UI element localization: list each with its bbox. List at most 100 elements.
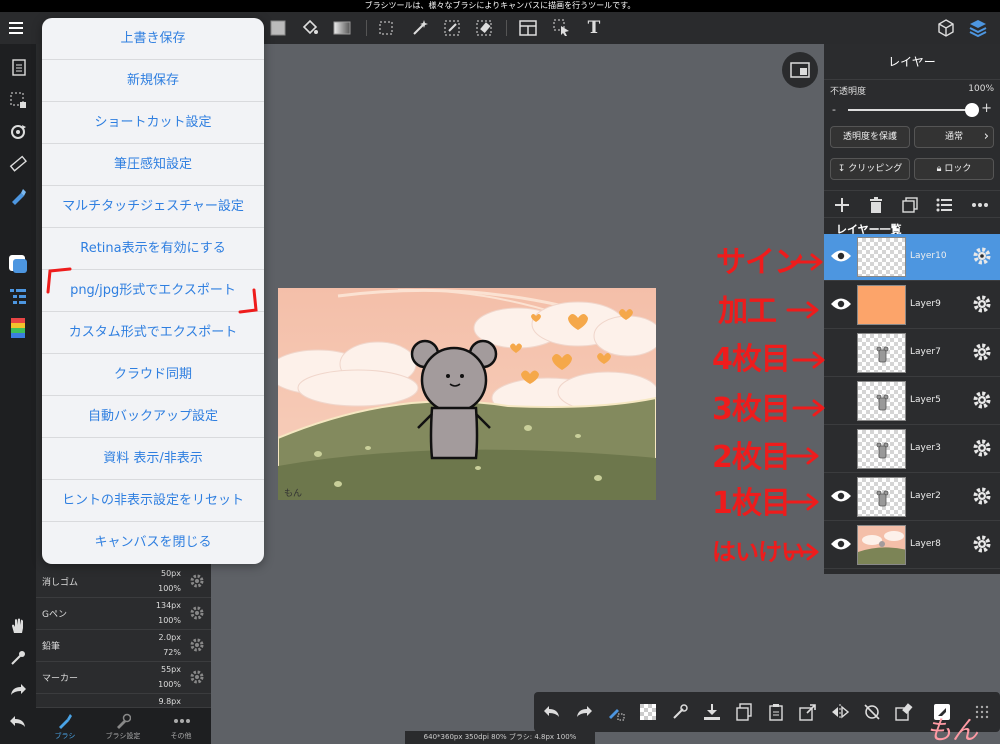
clipping-button[interactable]: ↧ クリッピング — [830, 158, 910, 180]
blend-mode-button[interactable]: 通常 › — [914, 126, 994, 148]
gear-icon[interactable] — [972, 294, 992, 317]
tab-other[interactable]: その他 — [152, 708, 210, 744]
paste-icon[interactable] — [764, 700, 788, 724]
layer-row[interactable]: Layer7 — [824, 330, 1000, 377]
selection-icon[interactable] — [6, 88, 30, 112]
hand-icon[interactable] — [6, 614, 30, 638]
brush-row[interactable]: Gペン 134px 100% — [36, 598, 211, 630]
tab-brush-settings[interactable]: ブラシ設定 — [94, 708, 152, 744]
eye-icon[interactable] — [830, 488, 852, 507]
color-palette-icon[interactable] — [6, 252, 30, 276]
layer-list-view-icon[interactable] — [934, 195, 954, 215]
menu-item-close-canvas[interactable]: キャンバスを閉じる — [42, 522, 264, 564]
lock-button[interactable]: 🔒︎ ロック — [914, 158, 994, 180]
undo-icon[interactable] — [540, 700, 564, 724]
rect-select-icon[interactable] — [374, 16, 398, 40]
menu-item-shortcut-settings[interactable]: ショートカット設定 — [42, 102, 264, 144]
export-icon[interactable] — [796, 700, 820, 724]
menu-item-retina[interactable]: Retina表示を有効にする — [42, 228, 264, 270]
menu-item-reference-toggle[interactable]: 資料 表示/非表示 — [42, 438, 264, 480]
brush-row[interactable]: マーカー 55px 100% — [36, 662, 211, 694]
reference-window-button[interactable] — [782, 52, 818, 88]
gear-icon[interactable] — [189, 637, 205, 656]
eye-hidden-icon[interactable] — [830, 344, 852, 360]
gear-icon[interactable] — [972, 342, 992, 365]
undo-icon[interactable] — [6, 710, 30, 734]
eye-icon[interactable] — [830, 248, 852, 267]
select-pen-icon[interactable] — [440, 16, 464, 40]
layer-row[interactable]: Layer3 — [824, 426, 1000, 473]
menu-item-export-custom[interactable]: カスタム形式でエクスポート — [42, 312, 264, 354]
opacity-increase-button[interactable]: + — [981, 101, 992, 116]
menu-item-cloud-sync[interactable]: クラウド同期 — [42, 354, 264, 396]
eye-hidden-icon[interactable] — [830, 392, 852, 408]
layer-row[interactable]: Layer9 — [824, 282, 1000, 329]
layer-row[interactable]: Layer10 — [824, 234, 1000, 281]
add-layer-icon[interactable] — [832, 195, 852, 215]
frame-divider-icon[interactable] — [516, 16, 540, 40]
eyedropper-icon[interactable] — [668, 700, 692, 724]
redo-icon[interactable] — [572, 700, 596, 724]
gear-icon[interactable] — [972, 438, 992, 461]
operation-icon[interactable] — [550, 16, 574, 40]
trash-icon[interactable] — [866, 195, 886, 215]
pages-icon[interactable] — [6, 56, 30, 80]
protect-alpha-button[interactable]: 透明度を保護 — [830, 126, 910, 148]
menu-item-pressure-settings[interactable]: 筆圧感知設定 — [42, 144, 264, 186]
duplicate-layer-icon[interactable] — [900, 195, 920, 215]
copy-icon[interactable] — [732, 700, 756, 724]
gear-icon[interactable] — [972, 486, 992, 509]
brush-row[interactable]: 消しゴム 50px 100% — [36, 566, 211, 598]
transparent-swatch-icon[interactable] — [636, 700, 660, 724]
layer-row[interactable]: Layer5 — [824, 378, 1000, 425]
select-eraser-icon[interactable] — [472, 16, 496, 40]
import-icon[interactable] — [700, 700, 724, 724]
magic-wand-icon[interactable] — [408, 16, 432, 40]
clear-icon[interactable] — [892, 700, 916, 724]
layer-row[interactable]: Layer2 — [824, 474, 1000, 521]
menu-item-overwrite-save[interactable]: 上書き保存 — [42, 18, 264, 60]
color-bars-icon[interactable] — [6, 316, 30, 340]
layer-list-icon[interactable] — [6, 284, 30, 308]
brush-tool-icon[interactable] — [6, 184, 30, 208]
gear-icon[interactable] — [189, 573, 205, 592]
gear-icon[interactable] — [972, 534, 992, 557]
rotate-off-icon[interactable] — [860, 700, 884, 724]
opacity-decrease-button[interactable]: - — [832, 103, 836, 116]
canvas[interactable]: もん — [278, 288, 656, 500]
menu-item-new-save[interactable]: 新規保存 — [42, 60, 264, 102]
menu-icon[interactable] — [4, 16, 28, 40]
tab-brush[interactable]: ブラシ — [36, 708, 94, 744]
opacity-slider-thumb[interactable] — [965, 103, 979, 117]
ruler-icon[interactable] — [6, 152, 30, 176]
transform-icon[interactable] — [6, 120, 30, 144]
flip-icon[interactable] — [828, 700, 852, 724]
3d-icon[interactable] — [934, 16, 958, 40]
gradient-icon[interactable] — [330, 16, 354, 40]
gear-icon[interactable] — [189, 669, 205, 688]
snap-brush-icon[interactable] — [604, 700, 628, 724]
gear-icon[interactable] — [189, 605, 205, 624]
brush-row[interactable]: 鉛筆 2.0px 72% — [36, 630, 211, 662]
gear-icon[interactable] — [972, 390, 992, 413]
menu-item-auto-backup[interactable]: 自動バックアップ設定 — [42, 396, 264, 438]
eye-hidden-icon[interactable] — [830, 440, 852, 456]
brush-row[interactable]: 9.8px — [36, 694, 211, 708]
fill-bucket-icon[interactable] — [298, 16, 322, 40]
brush-name: Gペン — [42, 610, 67, 620]
annotation-label: 1枚目 — [712, 486, 791, 521]
text-tool-icon[interactable]: T — [582, 16, 606, 40]
eye-icon[interactable] — [830, 536, 852, 555]
eyedropper-icon[interactable] — [6, 646, 30, 670]
color-swatch-icon[interactable] — [266, 16, 290, 40]
more-options-icon[interactable] — [970, 195, 990, 215]
annotation-arrow — [786, 447, 819, 465]
layer-row[interactable]: Layer8 — [824, 522, 1000, 569]
eye-icon[interactable] — [830, 296, 852, 315]
menu-item-multitouch-gesture[interactable]: マルチタッチジェスチャー設定 — [42, 186, 264, 228]
redo-icon[interactable] — [6, 678, 30, 702]
layers-icon[interactable] — [966, 16, 990, 40]
menu-item-reset-hints[interactable]: ヒントの非表示設定をリセット — [42, 480, 264, 522]
gear-icon[interactable] — [972, 246, 992, 269]
opacity-slider[interactable] — [848, 109, 972, 111]
